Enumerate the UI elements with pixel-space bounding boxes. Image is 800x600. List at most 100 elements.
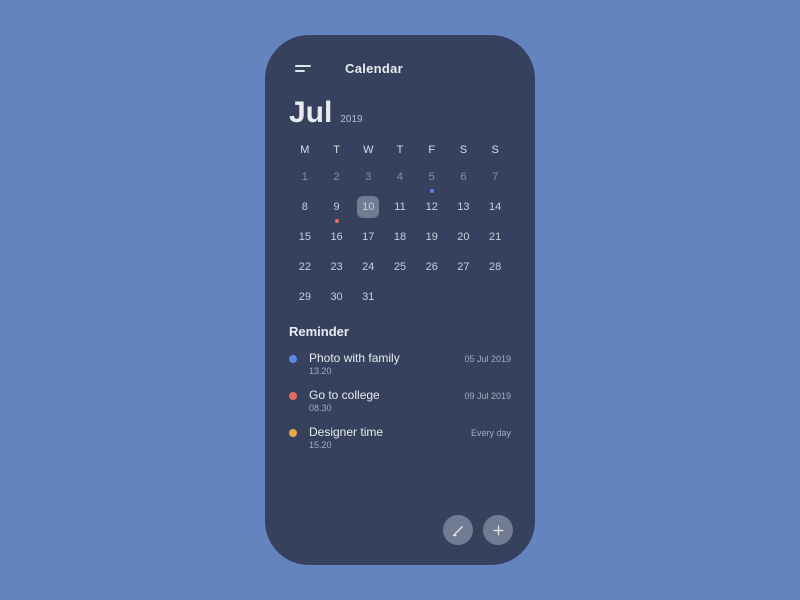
topbar: Calendar xyxy=(289,61,511,76)
day-number: 26 xyxy=(426,261,438,273)
calendar-day[interactable]: 3 xyxy=(352,166,384,188)
day-number: 9 xyxy=(334,201,340,213)
reminder-list: Photo with family13.2005 Jul 2019 Go to c… xyxy=(289,351,511,450)
calendar-day[interactable]: 27 xyxy=(448,256,480,278)
calendar-day[interactable]: 18 xyxy=(384,226,416,248)
day-number: 24 xyxy=(362,261,374,273)
calendar-day[interactable]: 10 xyxy=(352,196,384,218)
fab-row xyxy=(443,515,513,545)
calendar-day[interactable]: 6 xyxy=(448,166,480,188)
reminder-date: 09 Jul 2019 xyxy=(464,391,511,401)
day-number: 17 xyxy=(362,231,374,243)
day-number: 11 xyxy=(394,201,405,213)
day-number: 13 xyxy=(457,201,469,213)
plus-icon xyxy=(491,523,506,538)
day-number: 3 xyxy=(365,171,371,183)
calendar-day[interactable]: 14 xyxy=(479,196,511,218)
day-number: 23 xyxy=(330,261,342,273)
calendar-day[interactable]: 7 xyxy=(479,166,511,188)
app-title: Calendar xyxy=(345,61,403,76)
calendar-day[interactable]: 25 xyxy=(384,256,416,278)
calendar-day[interactable]: 21 xyxy=(479,226,511,248)
calendar-day[interactable]: 15 xyxy=(289,226,321,248)
day-number: 19 xyxy=(426,231,438,243)
calendar-day[interactable]: 5 xyxy=(416,166,448,188)
day-number: 27 xyxy=(457,261,469,273)
day-of-week: M xyxy=(289,144,321,158)
calendar-day[interactable]: 23 xyxy=(321,256,353,278)
reminder-time: 08.30 xyxy=(309,403,464,413)
day-number: 16 xyxy=(330,231,342,243)
calendar-day[interactable]: 20 xyxy=(448,226,480,248)
reminder-item[interactable]: Photo with family13.2005 Jul 2019 xyxy=(289,351,511,376)
day-of-week: S xyxy=(479,144,511,158)
day-of-week: W xyxy=(352,144,384,158)
day-of-week: T xyxy=(321,144,353,158)
calendar-day[interactable]: 13 xyxy=(448,196,480,218)
pencil-icon xyxy=(451,523,466,538)
calendar-day[interactable]: 29 xyxy=(289,286,321,308)
day-number: 18 xyxy=(394,231,406,243)
calendar-day[interactable]: 19 xyxy=(416,226,448,248)
calendar-day[interactable]: 11 xyxy=(384,196,416,218)
reminder-date: 05 Jul 2019 xyxy=(464,354,511,364)
day-number: 12 xyxy=(426,201,438,213)
reminder-info: Designer time15.20 xyxy=(309,425,471,450)
calendar-day[interactable]: 12 xyxy=(416,196,448,218)
day-number: 21 xyxy=(489,231,501,243)
day-number: 8 xyxy=(302,201,308,213)
calendar-day[interactable]: 9 xyxy=(321,196,353,218)
day-number: 1 xyxy=(302,171,308,183)
menu-icon[interactable] xyxy=(295,65,311,72)
reminder-item[interactable]: Go to college08.3009 Jul 2019 xyxy=(289,388,511,413)
day-number: 30 xyxy=(330,291,342,303)
reminder-time: 13.20 xyxy=(309,366,464,376)
reminder-title: Go to college xyxy=(309,388,464,402)
day-number: 10 xyxy=(362,201,374,213)
month-label: Jul xyxy=(289,96,332,130)
day-number: 14 xyxy=(489,201,501,213)
reminder-title: Designer time xyxy=(309,425,471,439)
calendar-day[interactable]: 8 xyxy=(289,196,321,218)
calendar-grid: MTWTFSS123456789101112131415161718192021… xyxy=(289,144,511,308)
reminder-title: Photo with family xyxy=(309,351,464,365)
reminder-time: 15.20 xyxy=(309,440,471,450)
calendar-day[interactable]: 30 xyxy=(321,286,353,308)
calendar-day[interactable]: 17 xyxy=(352,226,384,248)
calendar-day[interactable]: 2 xyxy=(321,166,353,188)
year-label: 2019 xyxy=(340,114,362,125)
day-number: 5 xyxy=(429,171,435,183)
reminder-item[interactable]: Designer time15.20Every day xyxy=(289,425,511,450)
day-number: 2 xyxy=(334,171,340,183)
calendar-day[interactable]: 16 xyxy=(321,226,353,248)
calendar-day[interactable]: 24 xyxy=(352,256,384,278)
day-of-week: T xyxy=(384,144,416,158)
calendar-day[interactable]: 26 xyxy=(416,256,448,278)
day-of-week: F xyxy=(416,144,448,158)
day-number: 15 xyxy=(299,231,311,243)
reminder-bullet xyxy=(289,355,297,363)
reminder-heading: Reminder xyxy=(289,324,511,339)
reminder-info: Photo with family13.20 xyxy=(309,351,464,376)
day-number: 6 xyxy=(460,171,466,183)
reminder-date: Every day xyxy=(471,428,511,438)
day-of-week: S xyxy=(448,144,480,158)
day-number: 4 xyxy=(397,171,403,183)
day-number: 31 xyxy=(362,291,374,303)
calendar-day[interactable]: 28 xyxy=(479,256,511,278)
day-number: 25 xyxy=(394,261,406,273)
event-dot xyxy=(335,219,339,223)
calendar-day[interactable]: 1 xyxy=(289,166,321,188)
calendar-day[interactable]: 4 xyxy=(384,166,416,188)
day-number: 28 xyxy=(489,261,501,273)
edit-button[interactable] xyxy=(443,515,473,545)
calendar-app: Calendar Jul 2019 MTWTFSS123456789101112… xyxy=(265,35,535,565)
reminder-bullet xyxy=(289,392,297,400)
add-button[interactable] xyxy=(483,515,513,545)
calendar-day[interactable]: 22 xyxy=(289,256,321,278)
day-number: 20 xyxy=(457,231,469,243)
reminder-bullet xyxy=(289,429,297,437)
reminder-info: Go to college08.30 xyxy=(309,388,464,413)
month-header: Jul 2019 xyxy=(289,96,511,130)
calendar-day[interactable]: 31 xyxy=(352,286,384,308)
